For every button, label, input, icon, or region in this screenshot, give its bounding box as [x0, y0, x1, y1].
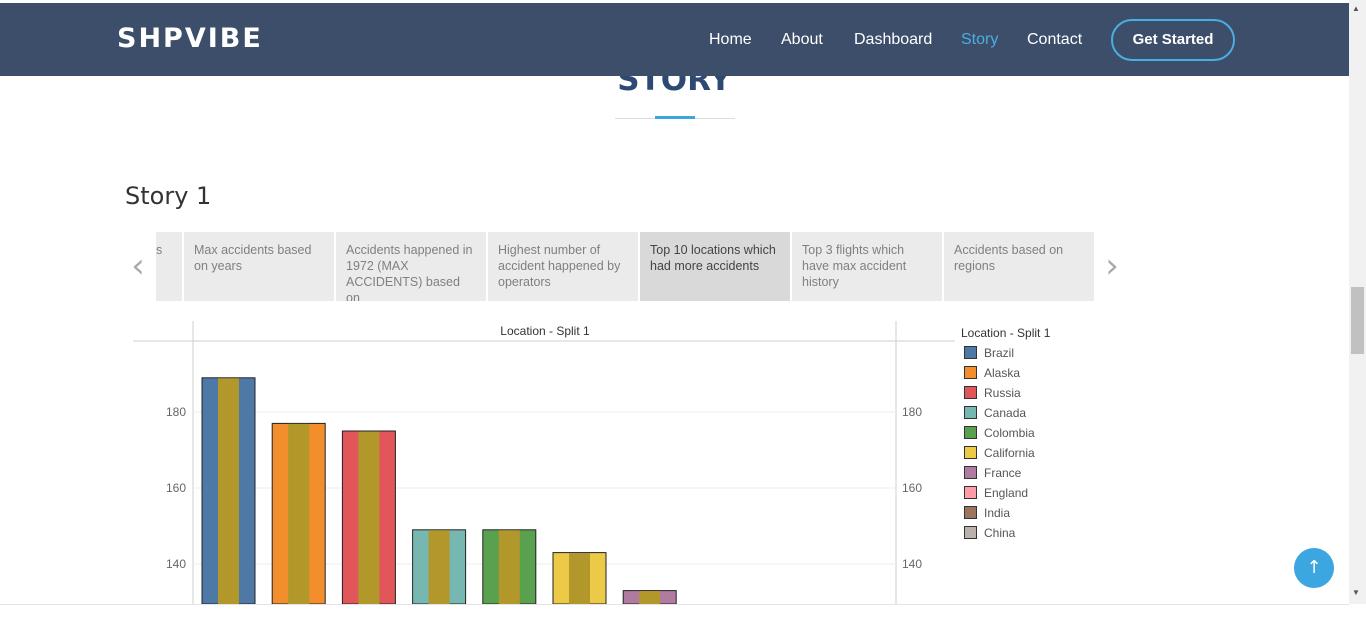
bar-inner-alaska [288, 423, 310, 604]
nav-dashboard[interactable]: Dashboard [854, 31, 932, 49]
legend-label: Russia [984, 386, 1021, 400]
y-tick-right: 140 [902, 557, 922, 571]
bar-inner-colombia [498, 530, 520, 604]
bar-inner-california [569, 553, 590, 604]
scroll-down-icon[interactable]: ▼ [1352, 588, 1360, 597]
legend-label: India [984, 506, 1011, 520]
legend-item[interactable]: India [964, 506, 1010, 520]
legend-swatch [964, 506, 977, 519]
nav-about[interactable]: About [781, 31, 823, 49]
horizontal-scrollbar[interactable] [0, 604, 1349, 618]
y-tick-right: 160 [902, 481, 922, 495]
scroll-up-icon[interactable]: ▲ [1352, 4, 1360, 13]
legend-swatch [964, 446, 977, 459]
legend-label: Colombia [984, 426, 1035, 440]
legend-item[interactable]: China [964, 526, 1015, 540]
bar-inner-france [639, 591, 661, 604]
legend-item[interactable]: France [964, 466, 1021, 480]
legend-item[interactable]: England [964, 486, 1028, 500]
legend-swatch [964, 346, 977, 359]
chart-title: Location - Split 1 [500, 324, 590, 338]
legend-swatch [964, 386, 977, 399]
legend-item[interactable]: Brazil [964, 346, 1014, 360]
bar-inner-brazil [218, 378, 239, 604]
legend-item[interactable]: Russia [964, 386, 1021, 400]
bar-inner-canada [428, 530, 450, 604]
legend-item[interactable]: Colombia [964, 426, 1035, 440]
y-tick-left: 140 [166, 557, 186, 571]
legend-label: Canada [984, 406, 1027, 420]
navbar: SHPVIBE Home About Dashboard Story Conta… [0, 3, 1349, 76]
bar-inner-russia [358, 431, 380, 604]
legend-label: England [984, 486, 1029, 500]
legend-swatch [964, 486, 977, 499]
legend-item[interactable]: Alaska [964, 366, 1020, 380]
legend-item[interactable]: Canada [964, 406, 1026, 420]
arrow-up-icon[interactable]: ↑ [1294, 548, 1334, 588]
legend-swatch [964, 466, 977, 479]
legend-title: Location - Split 1 [961, 326, 1051, 340]
legend-label: France [984, 466, 1022, 480]
legend-swatch [964, 406, 977, 419]
legend-label: China [984, 526, 1016, 540]
legend-swatch [964, 366, 977, 379]
legend-swatch [964, 526, 977, 539]
y-tick-right: 180 [902, 405, 922, 419]
legend-label: Brazil [984, 346, 1015, 360]
y-tick-left: 160 [166, 481, 186, 495]
scrollbar-thumb[interactable] [1351, 287, 1364, 354]
get-started-button[interactable]: Get Started [1111, 19, 1235, 61]
y-tick-left: 180 [166, 405, 186, 419]
nav-contact[interactable]: Contact [1027, 31, 1082, 49]
legend-item[interactable]: California [964, 446, 1035, 460]
legend-label: Alaska [984, 366, 1021, 380]
nav-story[interactable]: Story [961, 31, 998, 49]
nav-home[interactable]: Home [709, 31, 752, 49]
brand-logo[interactable]: SHPVIBE [117, 23, 263, 54]
legend-label: California [984, 446, 1035, 460]
legend-swatch [964, 426, 977, 439]
